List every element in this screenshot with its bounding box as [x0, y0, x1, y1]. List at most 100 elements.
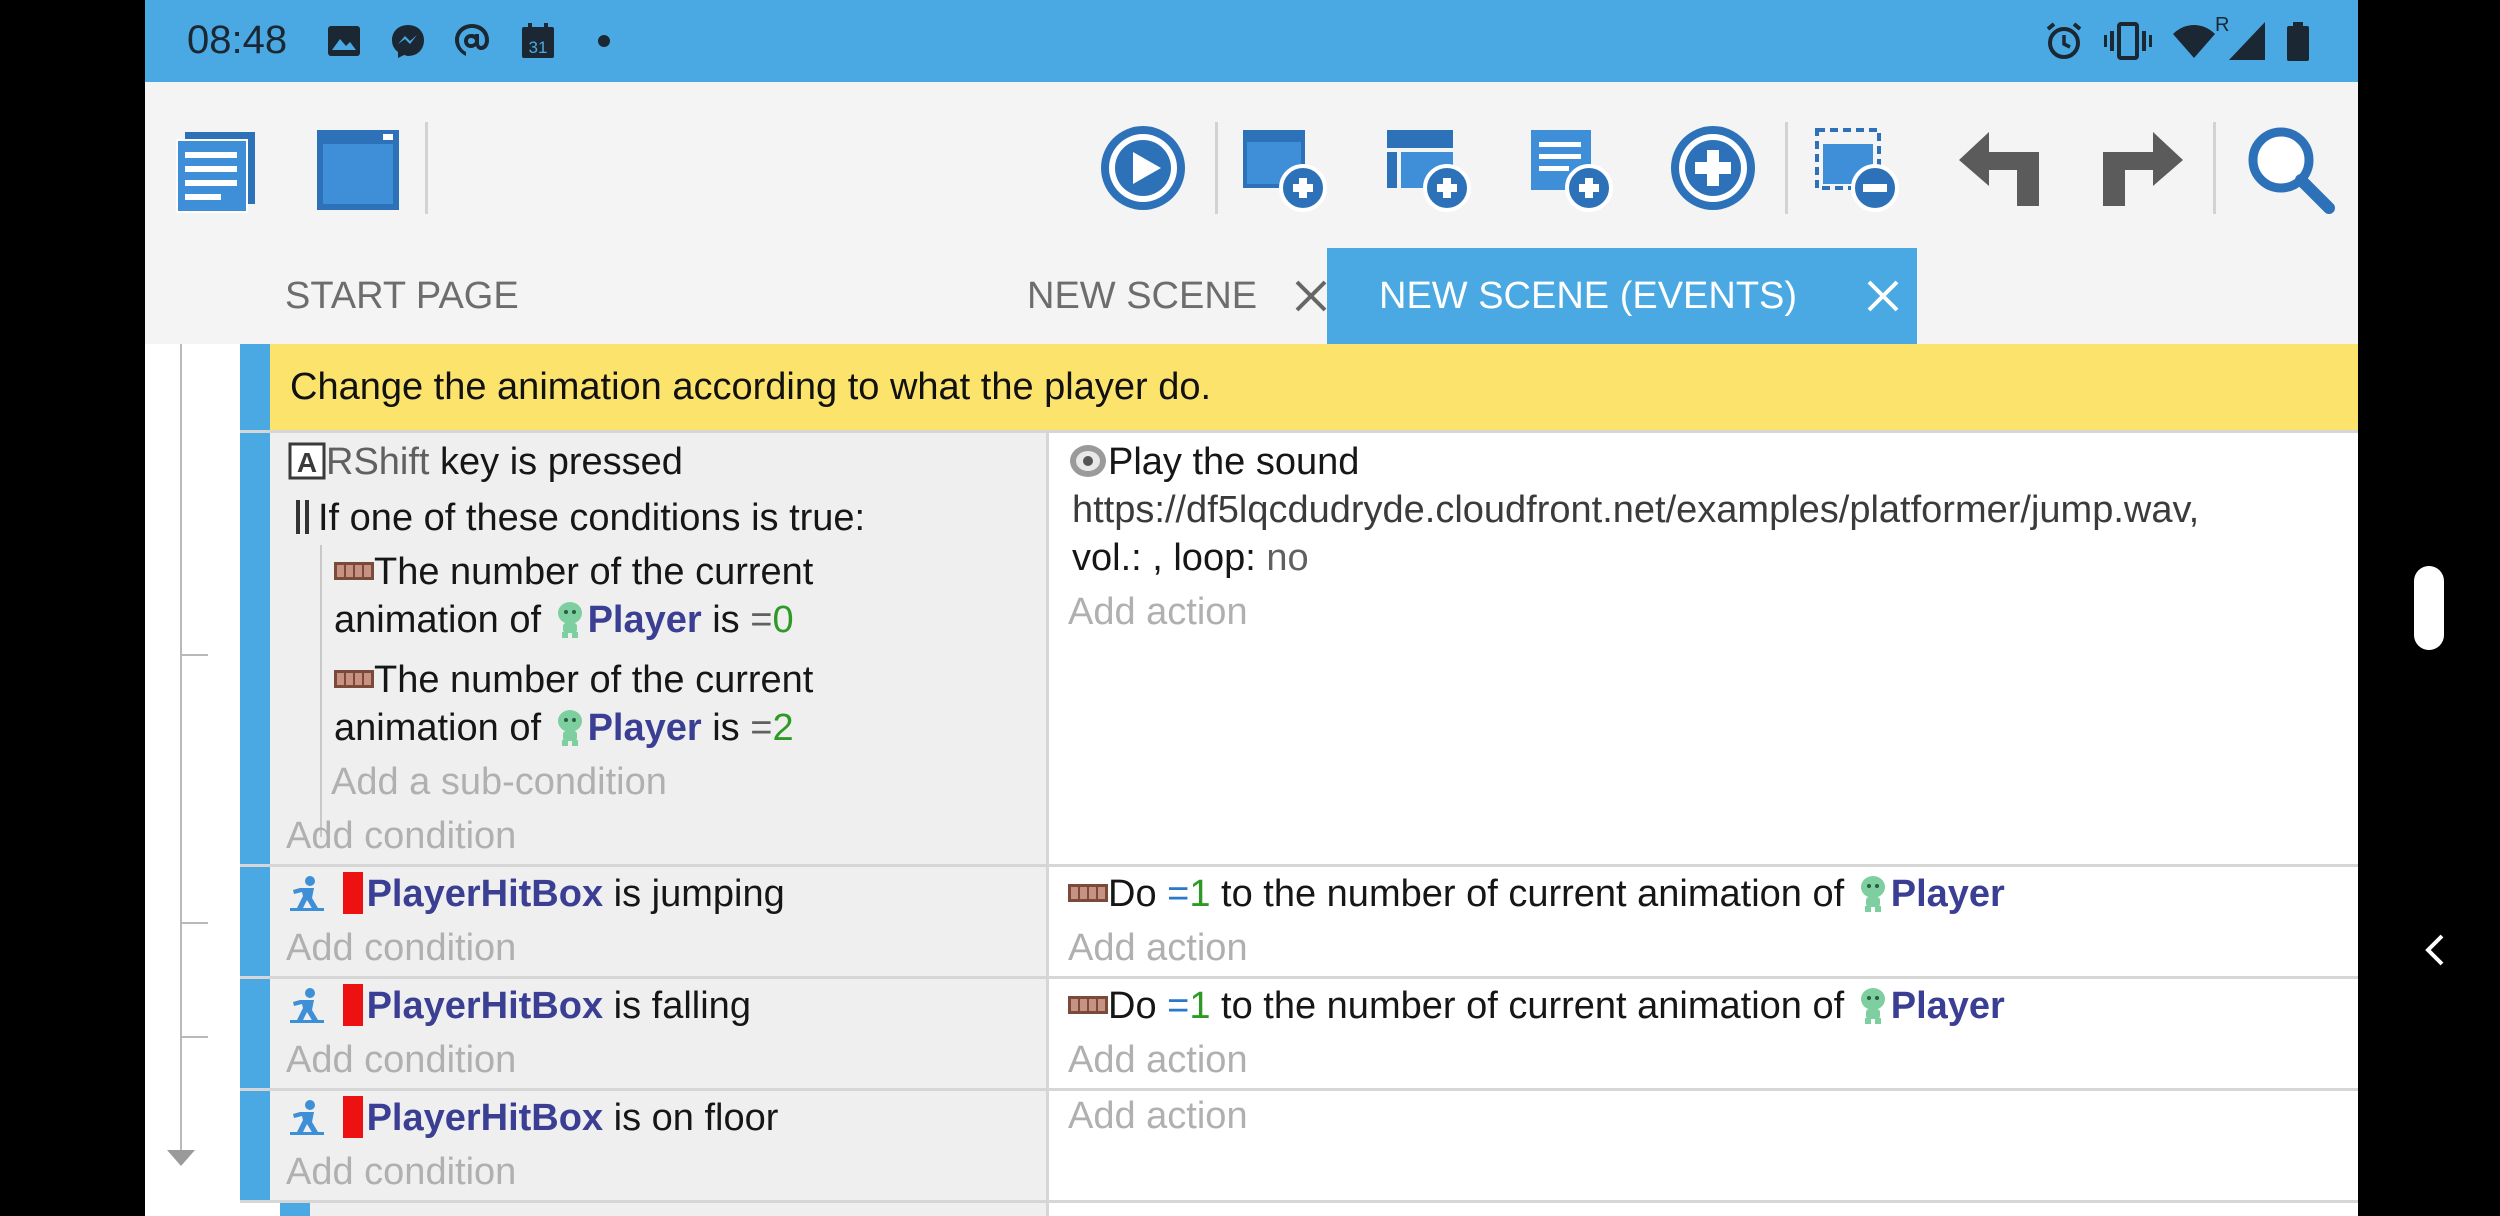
object-name: Player	[587, 599, 702, 641]
action-change-animation[interactable]: Do =1 to the number of current animation…	[1068, 873, 2005, 916]
condition-text: The number of the current	[374, 551, 814, 593]
project-manager-button[interactable]	[171, 122, 263, 214]
toolbar-separator	[425, 122, 428, 214]
keyboard-key-icon: A	[288, 442, 326, 480]
event-handle[interactable]	[240, 867, 270, 976]
preview-button[interactable]	[1097, 122, 1189, 214]
dot-icon	[598, 35, 610, 47]
add-action-link[interactable]: Add action	[1068, 1039, 1248, 1082]
action-text: to the number of current animation of	[1210, 985, 1855, 1027]
conditions-panel: PlayerHitBox is on floor Add condition	[270, 1091, 1049, 1200]
close-icon[interactable]	[1863, 276, 1903, 316]
event-1[interactable]: A RShift key is pressed If one of these …	[240, 430, 2358, 864]
condition-text: If one of these conditions is true:	[318, 497, 866, 539]
add-condition-link[interactable]: Add condition	[286, 927, 516, 970]
tree-line	[180, 344, 182, 1164]
operator: =	[750, 599, 773, 641]
condition-is-on-floor[interactable]: PlayerHitBox is on floor	[288, 1096, 779, 1143]
image-icon	[328, 26, 360, 56]
tab-label: NEW SCENE (EVENTS)	[1379, 275, 1798, 317]
condition-text: is jumping	[603, 873, 785, 916]
operator: =	[1167, 873, 1190, 915]
tab-bar: START PAGE NEW SCENE NEW SCENE (EVENTS)	[145, 248, 2358, 344]
sub-condition-2[interactable]: The number of the current	[334, 659, 813, 702]
conditions-panel	[310, 1203, 1049, 1216]
add-condition-action-button[interactable]	[1667, 122, 1759, 214]
player-sprite-icon	[557, 709, 582, 746]
event-handle[interactable]	[280, 1203, 310, 1216]
value: 1	[1189, 985, 1211, 1027]
animation-film-icon	[1068, 995, 1108, 1014]
object-name: Player	[1890, 873, 2005, 915]
tab-label: NEW SCENE	[1027, 275, 1258, 317]
action-text: to the number of current animation of	[1210, 873, 1855, 915]
comment-text: Change the animation according to what t…	[290, 366, 1212, 408]
condition-key-pressed[interactable]: A RShift key is pressed	[288, 441, 683, 484]
sub-condition-1[interactable]: The number of the current	[334, 551, 813, 594]
player-sprite-icon	[1860, 875, 1885, 912]
event-5[interactable]	[240, 1200, 2358, 1216]
signal-icon	[2229, 22, 2265, 60]
condition-text: is on floor	[603, 1097, 779, 1140]
back-chevron-icon[interactable]	[2420, 930, 2450, 970]
tab-start-page[interactable]: START PAGE	[145, 248, 765, 344]
event-4[interactable]: PlayerHitBox is on floor Add condition A…	[240, 1088, 2358, 1200]
value: 2	[772, 707, 794, 749]
delete-button[interactable]	[1809, 122, 1901, 214]
action-title: Play the sound	[1108, 441, 1360, 483]
event-3[interactable]: PlayerHitBox is falling Add condition Do…	[240, 976, 2358, 1088]
player-sprite-icon	[557, 601, 582, 638]
condition-text: animation of	[334, 599, 552, 641]
object-name: Player	[1890, 985, 2005, 1027]
actions-panel: Add action	[1052, 1091, 2358, 1200]
add-sub-event-button[interactable]	[1381, 122, 1473, 214]
redo-button[interactable]	[2095, 122, 2187, 214]
add-condition-link[interactable]: Add condition	[286, 1039, 516, 1082]
add-action-link[interactable]: Add action	[1068, 1095, 1248, 1138]
sub-condition-2-line2[interactable]: animation of Player is =2	[334, 707, 794, 750]
value: 0	[772, 599, 794, 641]
toolbar-separator	[1785, 122, 1788, 214]
conditions-panel: PlayerHitBox is jumping Add condition	[270, 867, 1049, 976]
event-2[interactable]: PlayerHitBox is jumping Add condition Do…	[240, 864, 2358, 976]
add-condition-link[interactable]: Add condition	[286, 1151, 516, 1194]
conditions-panel: PlayerHitBox is falling Add condition	[270, 979, 1049, 1088]
close-icon[interactable]	[1291, 276, 1331, 316]
action-play-sound[interactable]: Play the sound	[1068, 441, 1359, 484]
event-handle[interactable]	[240, 1091, 270, 1200]
tab-label: START PAGE	[285, 275, 519, 317]
sub-condition-1-line2[interactable]: animation of Player is =0	[334, 599, 794, 642]
condition-or[interactable]: If one of these conditions is true:	[288, 497, 865, 540]
params-text: vol.: , loop:	[1072, 537, 1267, 579]
tree-branch	[180, 1036, 208, 1038]
loop-value: no	[1266, 537, 1309, 579]
condition-is-falling[interactable]: PlayerHitBox is falling	[288, 984, 751, 1031]
key-name: RShift	[326, 441, 430, 483]
event-handle[interactable]	[240, 979, 270, 1088]
scrollbar-thumb[interactable]	[2414, 566, 2444, 650]
messenger-icon	[392, 25, 424, 58]
add-event-button[interactable]	[1237, 122, 1329, 214]
search-icon[interactable]	[2243, 122, 2335, 214]
platformer-behavior-icon	[290, 876, 324, 911]
object-name: Player	[587, 707, 702, 749]
add-action-link[interactable]: Add action	[1068, 927, 1248, 970]
action-change-animation[interactable]: Do =1 to the number of current animation…	[1068, 985, 2005, 1028]
tab-new-scene-events[interactable]: NEW SCENE (EVENTS)	[1327, 248, 1917, 344]
actions-panel: Play the sound https://df5lqcdudryde.clo…	[1052, 433, 2358, 864]
add-action-link[interactable]: Add action	[1068, 591, 1248, 634]
condition-text: is	[701, 599, 751, 641]
comment-event[interactable]: Change the animation according to what t…	[240, 344, 2358, 430]
condition-is-jumping[interactable]: PlayerHitBox is jumping	[288, 872, 785, 919]
scene-editor-button[interactable]	[311, 122, 403, 214]
animation-film-icon	[1068, 883, 1108, 902]
battery-icon	[2287, 22, 2309, 61]
undo-button[interactable]	[1955, 122, 2047, 214]
add-condition-link[interactable]: Add condition	[286, 815, 516, 858]
collapse-arrow-icon[interactable]	[167, 1150, 195, 1166]
add-other-event-button[interactable]	[1523, 122, 1615, 214]
action-text: Do	[1108, 873, 1168, 915]
add-sub-condition-link[interactable]: Add a sub-condition	[331, 761, 667, 804]
svg-text:31: 31	[529, 38, 548, 57]
event-handle[interactable]	[240, 433, 270, 864]
